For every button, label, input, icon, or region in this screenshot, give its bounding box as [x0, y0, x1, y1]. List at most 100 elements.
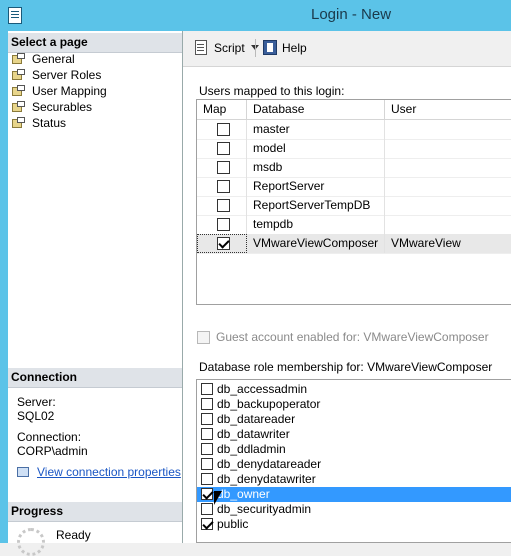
database-cell: master [247, 120, 385, 139]
table-row[interactable]: msdb [197, 158, 511, 178]
list-item[interactable]: db_datareader [197, 412, 511, 427]
list-item[interactable]: db_denydatawriter [197, 472, 511, 487]
map-cell [197, 234, 247, 253]
script-label: Script [214, 40, 245, 55]
column-header-map[interactable]: Map [197, 100, 247, 119]
list-item[interactable]: db_securityadmin [197, 502, 511, 517]
guest-account-checkbox[interactable] [197, 330, 210, 344]
role-label: db_securityadmin [217, 502, 312, 516]
map-checkbox[interactable] [217, 237, 230, 250]
map-checkbox[interactable] [217, 218, 230, 231]
role-checkbox[interactable] [201, 398, 213, 410]
role-label: db_datareader [217, 412, 296, 426]
map-checkbox[interactable] [217, 142, 230, 155]
map-checkbox[interactable] [217, 123, 230, 136]
table-row[interactable]: model [197, 139, 511, 159]
page-item-label: Status [32, 116, 67, 130]
database-cell: model [247, 139, 385, 158]
table-row-selected[interactable]: VMwareViewComposer VMwareView [197, 234, 511, 254]
user-cell[interactable] [385, 177, 511, 196]
user-cell[interactable] [385, 120, 511, 139]
role-label: db_accessadmin [217, 382, 308, 396]
toolbar-separator [255, 39, 256, 57]
page-item-securables[interactable]: Securables [12, 99, 92, 115]
page-item-label: General [32, 52, 75, 66]
role-checkbox[interactable] [201, 443, 213, 455]
role-membership-list: db_accessadmin db_backupoperator db_data… [196, 379, 511, 543]
page-item-general[interactable]: General [12, 51, 75, 67]
map-cell [197, 158, 247, 177]
server-value: SQL02 [17, 409, 55, 423]
role-checkbox[interactable] [201, 503, 213, 515]
user-cell[interactable]: VMwareView [385, 234, 511, 253]
role-checkbox[interactable] [201, 473, 213, 485]
list-item[interactable]: db_denydatareader [197, 457, 511, 472]
page-item-status[interactable]: Status [12, 115, 66, 131]
script-button[interactable]: Script [193, 40, 259, 55]
title-bar: Login - New [0, 0, 511, 31]
user-cell[interactable] [385, 215, 511, 234]
view-connection-properties-link[interactable]: View connection properties [17, 465, 181, 479]
table-row[interactable]: master [197, 120, 511, 140]
page-icon [12, 53, 26, 65]
page-item-server-roles[interactable]: Server Roles [12, 67, 101, 83]
database-cell: msdb [247, 158, 385, 177]
view-connection-properties-label: View connection properties [37, 465, 181, 479]
grid-header: Map Database User [197, 100, 511, 120]
toolbar: Script Help [183, 31, 511, 67]
table-row[interactable]: ReportServer [197, 177, 511, 197]
guest-account-label: Guest account enabled for: VMwareViewCom… [216, 330, 489, 344]
list-item[interactable]: db_backupoperator [197, 397, 511, 412]
map-cell [197, 120, 247, 139]
left-accent-strip [0, 31, 8, 543]
role-checkbox[interactable] [201, 413, 213, 425]
role-checkbox[interactable] [201, 458, 213, 470]
table-row[interactable]: ReportServerTempDB [197, 196, 511, 216]
page-icon [12, 69, 26, 81]
map-cell [197, 196, 247, 215]
user-cell[interactable] [385, 196, 511, 215]
select-page-header: Select a page [8, 33, 182, 53]
help-button[interactable]: Help [263, 40, 307, 55]
list-item[interactable]: db_datawriter [197, 427, 511, 442]
role-checkbox[interactable] [201, 518, 213, 530]
help-label: Help [282, 40, 307, 55]
column-header-user[interactable]: User [385, 100, 511, 119]
role-membership-label: Database role membership for: VMwareView… [199, 360, 493, 374]
role-label: db_backupoperator [217, 397, 321, 411]
users-mapped-label: Users mapped to this login: [199, 84, 345, 98]
role-checkbox[interactable] [201, 488, 213, 500]
table-row[interactable]: tempdb [197, 215, 511, 235]
page-item-user-mapping[interactable]: User Mapping [12, 83, 107, 99]
role-label: db_ddladmin [217, 442, 286, 456]
script-icon [193, 40, 209, 55]
list-item[interactable]: db_ddladmin [197, 442, 511, 457]
map-checkbox[interactable] [217, 161, 230, 174]
map-cell [197, 177, 247, 196]
list-item-selected[interactable]: db_owner [197, 487, 511, 502]
connection-value: CORP\admin [17, 444, 88, 458]
column-header-database[interactable]: Database [247, 100, 385, 119]
database-cell: tempdb [247, 215, 385, 234]
connection-label: Connection: [17, 430, 82, 444]
user-cell[interactable] [385, 158, 511, 177]
progress-spinner-icon [17, 528, 45, 556]
role-label: db_datawriter [217, 427, 290, 441]
map-checkbox[interactable] [217, 199, 230, 212]
list-item[interactable]: db_accessadmin [197, 382, 511, 397]
list-item[interactable]: public [197, 517, 511, 532]
connection-header: Connection [8, 368, 182, 388]
map-checkbox[interactable] [217, 180, 230, 193]
database-cell: VMwareViewComposer [247, 234, 385, 253]
user-mapping-grid: Map Database User master model msdb Repo… [196, 99, 511, 305]
page-icon [12, 101, 26, 113]
server-label: Server: [17, 395, 56, 409]
user-cell[interactable] [385, 139, 511, 158]
page-item-label: User Mapping [32, 84, 107, 98]
page-item-label: Server Roles [32, 68, 102, 82]
page-icon [12, 117, 26, 129]
guest-account-option[interactable]: Guest account enabled for: VMwareViewCom… [197, 330, 489, 344]
map-cell [197, 139, 247, 158]
role-checkbox[interactable] [201, 383, 213, 395]
role-checkbox[interactable] [201, 428, 213, 440]
